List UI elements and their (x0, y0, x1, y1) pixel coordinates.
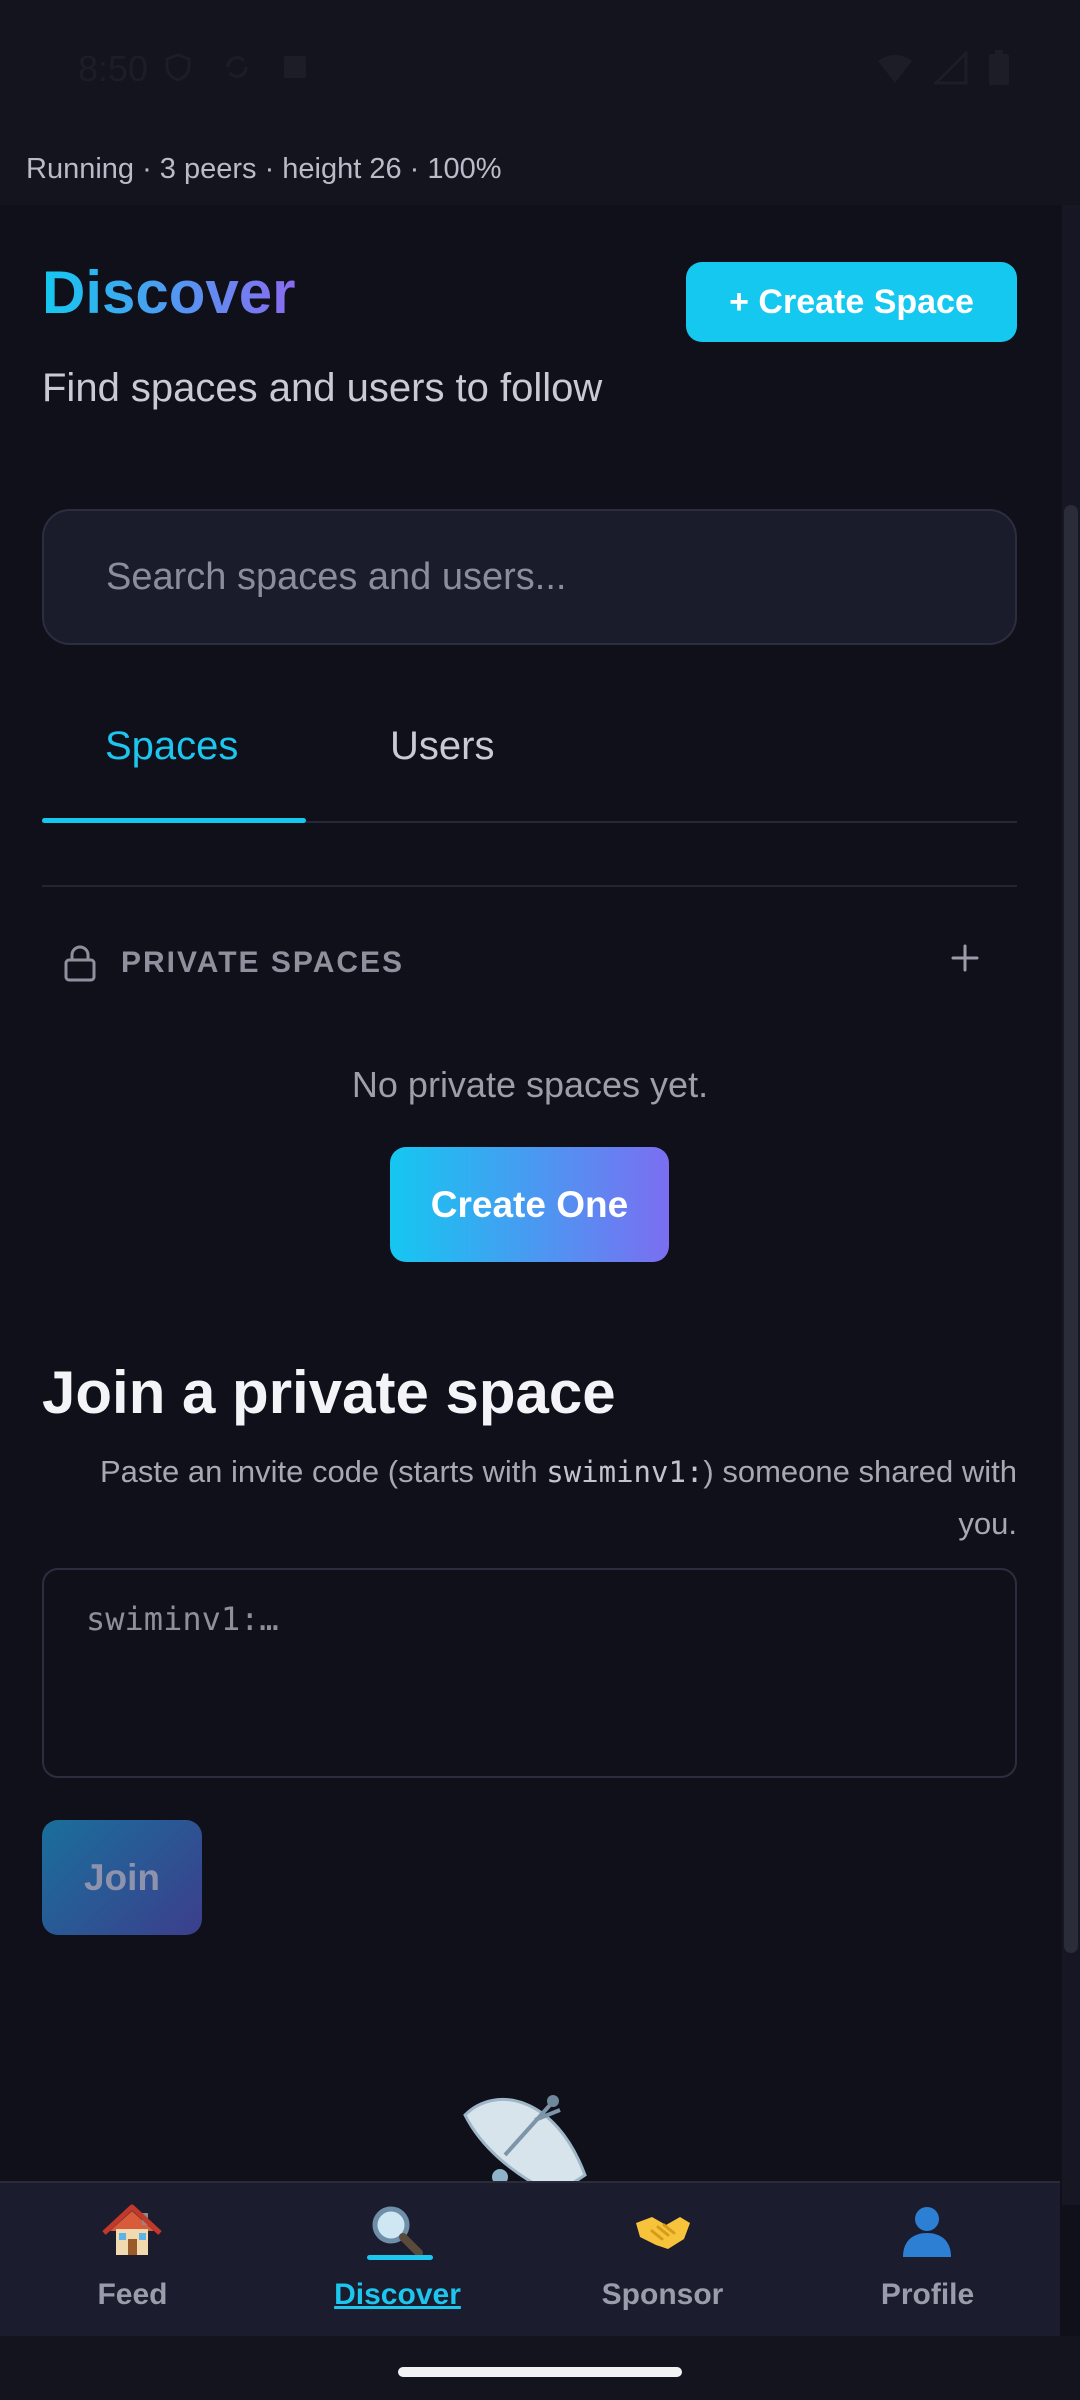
nav-item-profile[interactable]: Profile (795, 2183, 1060, 2338)
nav-item-sponsor[interactable]: Sponsor (530, 2183, 795, 2338)
app-notification-icon (284, 56, 306, 78)
page-title: Discover (42, 259, 296, 326)
join-help-before: Paste an invite code (starts with (99, 1454, 547, 1489)
join-button[interactable]: Join (42, 1820, 202, 1935)
active-tab-indicator (42, 818, 306, 823)
lock-icon (64, 945, 96, 982)
magnifier-icon (372, 2206, 423, 2257)
section-divider (42, 885, 1017, 887)
cellular-signal-icon (934, 51, 968, 85)
node-status-bar: Running · 3 peers · height 26 · 100% (0, 135, 1080, 205)
person-icon (903, 2207, 951, 2257)
search-input[interactable] (106, 511, 986, 643)
tab-spaces[interactable]: Spaces (105, 724, 238, 769)
join-help-after: ) someone shared with you. (703, 1454, 1017, 1541)
private-spaces-label: PRIVATE SPACES (121, 946, 405, 979)
invite-prefix-code: swiminv1: (546, 1455, 704, 1489)
nav-label-sponsor: Sponsor (601, 2278, 724, 2311)
scrollbar-thumb[interactable] (1064, 505, 1078, 1953)
search-box[interactable] (42, 509, 1017, 645)
node-status-text: Running · 3 peers · height 26 · 100% (26, 153, 502, 185)
wifi-icon (878, 55, 912, 83)
discover-screen: 8:50 Running · 3 peers · height 26 · 100… (0, 0, 1080, 2400)
nav-label-discover: Discover (334, 2278, 461, 2311)
status-indicators (876, 50, 1010, 86)
satellite-dish-icon (463, 2095, 587, 2195)
sync-icon (226, 56, 248, 78)
join-help-text: Paste an invite code (starts with swimin… (42, 1446, 1017, 1549)
status-bar: 8:50 (0, 0, 1080, 135)
nav-active-underline (367, 2255, 433, 2260)
bottom-navigation: Feed Discover Sponsor Profile (0, 2181, 1060, 2336)
battery-icon (989, 50, 1009, 85)
add-private-space-icon[interactable] (950, 943, 980, 973)
create-one-button[interactable]: Create One (390, 1147, 669, 1262)
page-subtitle: Find spaces and users to follow (42, 366, 603, 410)
create-space-button[interactable]: + Create Space (686, 262, 1017, 342)
private-spaces-empty-text: No private spaces yet. (351, 1064, 709, 1105)
home-gesture-handle[interactable] (398, 2367, 682, 2377)
handshake-icon (636, 2217, 690, 2249)
invite-code-input[interactable] (42, 1568, 1017, 1778)
join-private-space-heading: Join a private space (42, 1359, 616, 1426)
house-icon (102, 2204, 162, 2255)
nav-item-feed[interactable]: Feed (0, 2183, 265, 2338)
nav-label-profile: Profile (880, 2278, 975, 2311)
nav-item-discover[interactable]: Discover (265, 2183, 530, 2338)
shield-icon (165, 53, 191, 82)
tab-users[interactable]: Users (390, 724, 494, 769)
status-time: 8:50 (78, 48, 149, 89)
nav-label-feed: Feed (97, 2278, 168, 2311)
